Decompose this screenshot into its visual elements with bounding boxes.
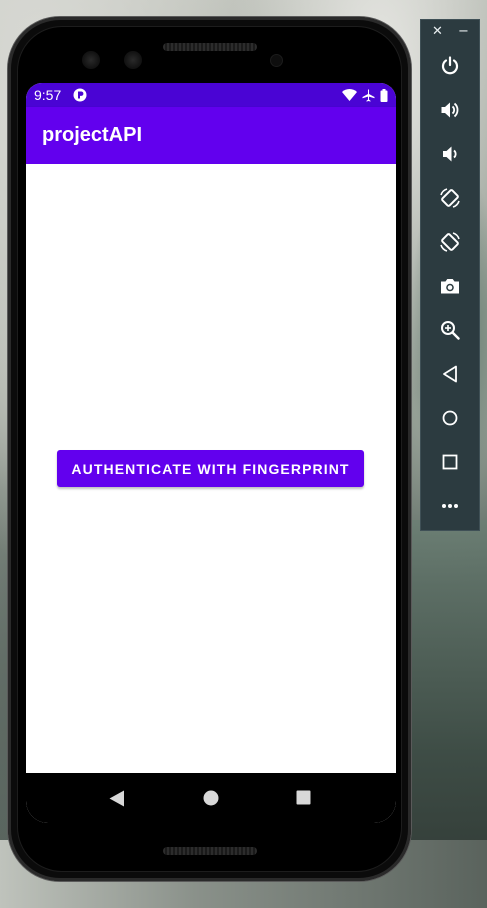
recents-icon[interactable]	[296, 790, 311, 805]
proximity-sensor-icon	[270, 54, 283, 67]
home-icon	[442, 410, 458, 426]
status-bar: 9:57	[26, 83, 396, 107]
bottom-speaker	[163, 847, 257, 855]
volume-down-button[interactable]	[435, 139, 465, 169]
status-icons	[342, 88, 388, 102]
rotate-right-icon	[440, 232, 460, 252]
front-camera-icon	[124, 51, 142, 69]
volume-up-button[interactable]	[435, 95, 465, 125]
volume-up-icon	[441, 102, 459, 118]
screenshot-button[interactable]	[435, 271, 465, 301]
back-icon[interactable]	[109, 790, 125, 807]
battery-icon	[380, 88, 388, 102]
rotate-left-icon	[440, 188, 460, 208]
earpiece-speaker	[163, 43, 257, 51]
camera-icon	[441, 279, 459, 294]
app-toolbar: projectAPI	[26, 107, 396, 164]
back-icon	[443, 365, 457, 383]
more-button[interactable]	[435, 491, 465, 521]
home-icon[interactable]	[203, 790, 219, 806]
main-content: AUTHENTICATE WITH FINGERPRINT	[26, 164, 396, 773]
more-icon	[442, 504, 458, 508]
overview-button[interactable]	[435, 447, 465, 477]
volume-down-icon	[443, 146, 457, 162]
power-icon	[441, 56, 459, 75]
zoom-icon	[441, 321, 460, 340]
home-button[interactable]	[435, 403, 465, 433]
power-button[interactable]	[435, 51, 465, 81]
close-icon[interactable]: ✕	[432, 24, 443, 39]
emulator-toolbar: ✕ −	[420, 19, 480, 531]
wifi-icon	[342, 89, 357, 101]
app-notification-icon	[73, 88, 87, 102]
rotate-left-button[interactable]	[435, 183, 465, 213]
back-button[interactable]	[435, 359, 465, 389]
device-screen: 9:57 projectAPI AUTHENTICATE WITH FINGER…	[26, 83, 396, 823]
navigation-bar	[26, 773, 396, 823]
overview-icon	[442, 454, 458, 470]
status-time: 9:57	[34, 87, 62, 103]
front-camera-icon	[82, 51, 100, 69]
minimize-icon[interactable]: −	[458, 24, 469, 39]
rotate-right-button[interactable]	[435, 227, 465, 257]
zoom-button[interactable]	[435, 315, 465, 345]
phone-frame: 9:57 projectAPI AUTHENTICATE WITH FINGER…	[8, 17, 411, 881]
airplane-mode-icon	[362, 89, 375, 102]
app-title: projectAPI	[42, 124, 143, 146]
authenticate-fingerprint-button[interactable]: AUTHENTICATE WITH FINGERPRINT	[57, 450, 364, 487]
